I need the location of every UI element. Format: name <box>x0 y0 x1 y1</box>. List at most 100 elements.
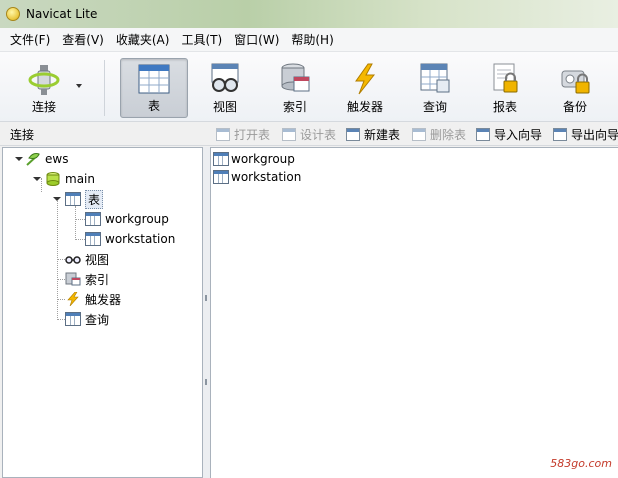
menu-window[interactable]: 窗口(W) <box>228 29 285 51</box>
report-icon <box>493 63 518 93</box>
connection-tree: ews main 表 workgroup workstation 视图 索引 触… <box>2 147 203 478</box>
table-label: 表 <box>147 99 160 113</box>
object-list: workgroup workstation <box>210 147 618 478</box>
table-icon <box>213 152 229 166</box>
tree-line <box>75 239 85 240</box>
new-table-button[interactable]: 新建表 <box>346 125 400 143</box>
index-icon <box>65 272 81 286</box>
object-name: workstation <box>231 170 302 184</box>
design-table-icon <box>282 127 296 141</box>
splitter-grip <box>205 295 207 301</box>
object-name: workgroup <box>231 152 295 166</box>
import-wizard-button[interactable]: 导入向导 <box>476 125 542 143</box>
new-table-icon <box>346 127 360 141</box>
splitter-grip <box>205 379 207 385</box>
report-button[interactable]: 报表 <box>471 58 539 118</box>
trigger-button[interactable]: 触发器 <box>331 58 399 118</box>
menu-view[interactable]: 查看(V) <box>56 29 110 51</box>
lightning-icon <box>67 292 79 306</box>
triggers-folder-label: 触发器 <box>85 292 122 307</box>
delete-table-icon <box>412 127 426 141</box>
tree-node-database[interactable]: main <box>45 170 95 188</box>
toolbar-separator <box>104 60 105 116</box>
tree-node-queries-folder[interactable]: 查询 <box>65 310 109 328</box>
backup-label: 备份 <box>562 100 587 114</box>
export-wizard-button[interactable]: 导出向导 <box>553 125 618 143</box>
table-folder-icon <box>65 192 81 206</box>
delete-table-button[interactable]: 删除表 <box>412 125 466 143</box>
title-bar: Navicat Lite <box>0 0 618 28</box>
open-table-button[interactable]: 打开表 <box>216 125 270 143</box>
import-wizard-icon <box>476 127 490 141</box>
trigger-lightning-icon <box>355 63 376 95</box>
object-item[interactable]: workgroup <box>213 150 295 168</box>
open-table-label: 打开表 <box>234 127 271 142</box>
report-label: 报表 <box>492 100 517 114</box>
backup-button[interactable]: 备份 <box>541 58 609 118</box>
views-folder-label: 视图 <box>85 252 110 267</box>
menu-help[interactable]: 帮助(H) <box>285 29 339 51</box>
index-button[interactable]: 索引 <box>261 58 329 118</box>
tree-line <box>57 259 65 260</box>
tree-line <box>41 178 42 192</box>
tree-line <box>75 206 76 240</box>
watermark: 583go.com <box>550 457 612 470</box>
connection-pane-label: 连接 <box>10 128 35 142</box>
database-name: main <box>65 172 95 186</box>
tree-node-table[interactable]: workstation <box>85 230 175 248</box>
export-wizard-icon <box>553 127 567 141</box>
indexes-folder-label: 索引 <box>85 272 110 287</box>
query-icon <box>65 312 81 326</box>
table-name: workstation <box>105 232 176 246</box>
backup-icon <box>561 70 590 94</box>
tree-node-connection[interactable]: ews <box>25 150 68 168</box>
tree-line <box>75 219 85 220</box>
glasses-view-icon <box>65 256 81 264</box>
trigger-label: 触发器 <box>346 100 383 114</box>
index-icon <box>281 63 310 92</box>
table-name: workgroup <box>105 212 169 226</box>
query-icon <box>420 63 450 93</box>
connect-button[interactable]: 连接 <box>10 58 78 118</box>
menu-bar: 文件(F) 查看(V) 收藏夹(A) 工具(T) 窗口(W) 帮助(H) <box>0 28 618 52</box>
index-label: 索引 <box>282 100 307 114</box>
tables-folder-label: 表 <box>85 189 104 209</box>
expand-toggle-main[interactable] <box>33 177 41 181</box>
connect-icon <box>28 65 60 95</box>
query-button[interactable]: 查询 <box>401 58 469 118</box>
expand-toggle-tables[interactable] <box>53 197 61 201</box>
table-icon <box>85 212 101 226</box>
open-table-icon <box>216 127 230 141</box>
table-button[interactable]: 表 <box>120 58 188 118</box>
new-table-label: 新建表 <box>364 127 401 142</box>
tree-node-table[interactable]: workgroup <box>85 210 169 228</box>
tree-node-triggers-folder[interactable]: 触发器 <box>65 290 121 308</box>
query-label: 查询 <box>422 100 447 114</box>
tree-line <box>57 279 65 280</box>
tree-node-tables-folder[interactable]: 表 <box>65 189 104 209</box>
navicat-app-icon <box>6 7 20 21</box>
connection-name: ews <box>45 152 69 166</box>
menu-file[interactable]: 文件(F) <box>4 29 56 51</box>
tree-node-views-folder[interactable]: 视图 <box>65 250 109 268</box>
view-icon <box>211 63 239 92</box>
connect-label: 连接 <box>31 100 56 114</box>
design-table-button[interactable]: 设计表 <box>282 125 336 143</box>
table-icon <box>138 64 170 94</box>
expand-toggle-ews[interactable] <box>15 157 23 161</box>
design-table-label: 设计表 <box>300 127 337 142</box>
menu-tools[interactable]: 工具(T) <box>175 29 228 51</box>
tree-node-indexes-folder[interactable]: 索引 <box>65 270 109 288</box>
tree-line <box>57 319 65 320</box>
pane-splitter[interactable] <box>203 147 210 478</box>
view-button[interactable]: 视图 <box>191 58 259 118</box>
table-icon <box>213 170 229 184</box>
object-item[interactable]: workstation <box>213 168 301 186</box>
tree-line <box>57 299 65 300</box>
view-label: 视图 <box>212 100 237 114</box>
connect-dropdown-arrow[interactable] <box>76 84 82 88</box>
import-wizard-label: 导入向导 <box>494 127 543 142</box>
database-icon <box>46 172 60 186</box>
window-title: Navicat Lite <box>26 7 98 21</box>
menu-favorites[interactable]: 收藏夹(A) <box>110 29 176 51</box>
